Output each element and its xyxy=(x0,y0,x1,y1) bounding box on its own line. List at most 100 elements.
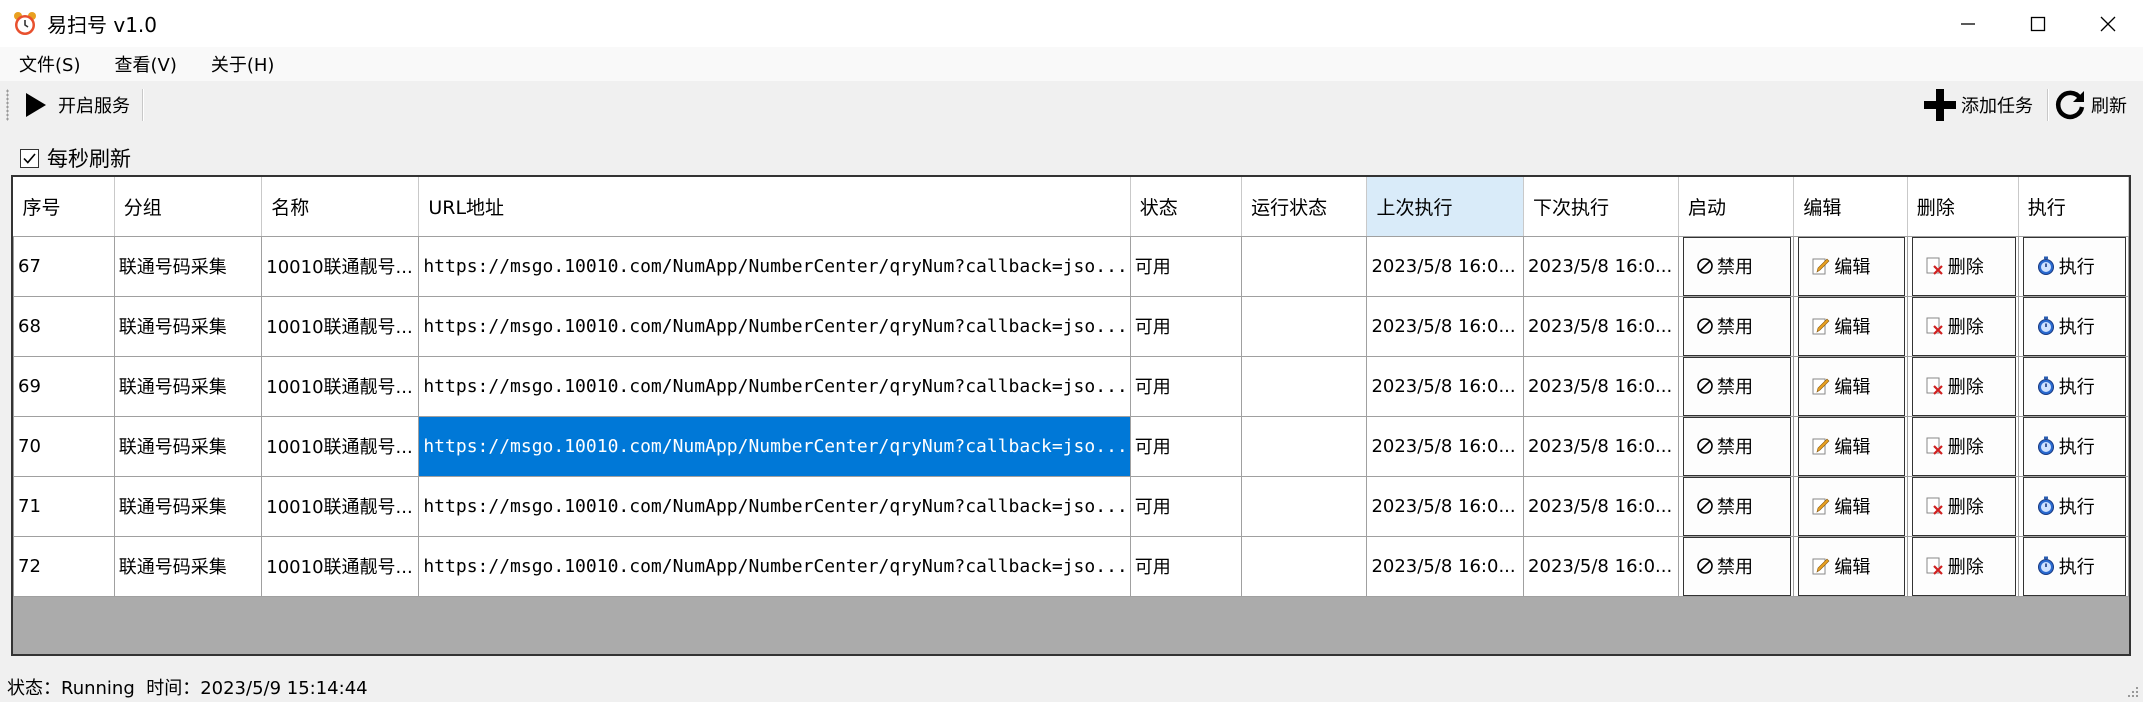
cell-last-run[interactable]: 2023/5/8 16:0... xyxy=(1366,535,1525,597)
toolbar-grip[interactable] xyxy=(6,88,9,121)
table-row[interactable]: 68 联通号码采集 10010联通靓号... https://msgo.10010.c… xyxy=(13,295,2129,357)
cell-status[interactable]: 可用 xyxy=(1129,415,1243,477)
column-header-delete[interactable]: 删除 xyxy=(1907,177,2019,237)
cell-url[interactable]: https://msgo.10010.com/NumApp/NumberCent… xyxy=(418,235,1131,297)
disable-button[interactable]: 禁用 xyxy=(1683,417,1792,475)
column-header-next-run[interactable]: 下次执行 xyxy=(1523,177,1680,237)
cell-run-status[interactable] xyxy=(1241,355,1368,417)
delete-button[interactable]: 删除 xyxy=(1911,537,2016,595)
column-header-run-status[interactable]: 运行状态 xyxy=(1241,177,1368,237)
cell-url[interactable]: https://msgo.10010.com/NumApp/NumberCent… xyxy=(418,355,1131,417)
cell-run-status[interactable] xyxy=(1241,235,1368,297)
edit-button[interactable]: 编辑 xyxy=(1798,477,1905,535)
cell-name[interactable]: 10010联通靓号... xyxy=(261,475,420,537)
cell-group[interactable]: 联通号码采集 xyxy=(113,475,263,537)
cell-status[interactable]: 可用 xyxy=(1129,355,1243,417)
run-button[interactable]: 执行 xyxy=(2022,237,2126,295)
cell-name[interactable]: 10010联通靓号... xyxy=(261,295,420,357)
cell-id[interactable]: 70 xyxy=(13,415,115,477)
menu-about[interactable]: 关于(H) xyxy=(196,51,290,77)
edit-button[interactable]: 编辑 xyxy=(1798,237,1905,295)
delete-button[interactable]: 删除 xyxy=(1911,477,2016,535)
cell-run-status[interactable] xyxy=(1241,295,1368,357)
cell-last-run[interactable]: 2023/5/8 16:0... xyxy=(1366,295,1525,357)
menu-file[interactable]: 文件(S) xyxy=(4,51,95,77)
column-header-url[interactable]: URL地址 xyxy=(418,177,1131,237)
delete-button[interactable]: 删除 xyxy=(1911,237,2016,295)
cell-last-run[interactable]: 2023/5/8 16:0... xyxy=(1366,355,1525,417)
edit-button[interactable]: 编辑 xyxy=(1798,357,1905,415)
start-service-button[interactable]: 开启服务 xyxy=(24,85,130,125)
cell-run-status[interactable] xyxy=(1241,535,1368,597)
cell-next-run[interactable]: 2023/5/8 16:0... xyxy=(1523,475,1680,537)
cell-next-run[interactable]: 2023/5/8 16:0... xyxy=(1523,235,1680,297)
run-button[interactable]: 执行 xyxy=(2022,297,2126,355)
maximize-button[interactable] xyxy=(2003,0,2073,47)
disable-button[interactable]: 禁用 xyxy=(1683,237,1792,295)
cell-last-run[interactable]: 2023/5/8 16:0... xyxy=(1366,415,1525,477)
column-header-name[interactable]: 名称 xyxy=(261,177,420,237)
run-button[interactable]: 执行 xyxy=(2022,417,2126,475)
column-header-last-run[interactable]: 上次执行 xyxy=(1366,177,1525,237)
cell-next-run[interactable]: 2023/5/8 16:0... xyxy=(1523,535,1680,597)
edit-button[interactable]: 编辑 xyxy=(1798,297,1905,355)
refresh-button[interactable]: 刷新 xyxy=(2053,85,2127,125)
cell-name[interactable]: 10010联通靓号... xyxy=(261,415,420,477)
table-row[interactable]: 72 联通号码采集 10010联通靓号... https://msgo.10010.c… xyxy=(13,535,2129,597)
cell-group[interactable]: 联通号码采集 xyxy=(113,535,263,597)
cell-status[interactable]: 可用 xyxy=(1129,295,1243,357)
cell-id[interactable]: 71 xyxy=(13,475,115,537)
run-button[interactable]: 执行 xyxy=(2022,537,2126,595)
cell-status[interactable]: 可用 xyxy=(1129,535,1243,597)
delete-button[interactable]: 删除 xyxy=(1911,297,2016,355)
column-header-group[interactable]: 分组 xyxy=(114,177,263,237)
cell-last-run[interactable]: 2023/5/8 16:0... xyxy=(1366,235,1525,297)
cell-name[interactable]: 10010联通靓号... xyxy=(261,235,420,297)
cell-status[interactable]: 可用 xyxy=(1129,235,1243,297)
disable-button[interactable]: 禁用 xyxy=(1683,537,1792,595)
auto-refresh-checkbox[interactable]: 每秒刷新 xyxy=(20,143,131,173)
cell-url[interactable]: https://msgo.10010.com/NumApp/NumberCent… xyxy=(418,295,1131,357)
cell-id[interactable]: 68 xyxy=(13,295,115,357)
delete-button[interactable]: 删除 xyxy=(1911,357,2016,415)
checkbox-box[interactable] xyxy=(20,148,39,168)
table-row[interactable]: 70 联通号码采集 10010联通靓号... https://msgo.10010.c… xyxy=(13,415,2129,477)
run-button[interactable]: 执行 xyxy=(2022,477,2126,535)
cell-group[interactable]: 联通号码采集 xyxy=(113,235,263,297)
disable-button[interactable]: 禁用 xyxy=(1683,297,1792,355)
cell-url[interactable]: https://msgo.10010.com/NumApp/NumberCent… xyxy=(418,475,1131,537)
cell-status[interactable]: 可用 xyxy=(1129,475,1243,537)
table-row[interactable]: 71 联通号码采集 10010联通靓号... https://msgo.10010.c… xyxy=(13,475,2129,537)
cell-next-run[interactable]: 2023/5/8 16:0... xyxy=(1523,295,1680,357)
disable-button[interactable]: 禁用 xyxy=(1683,477,1792,535)
disable-button[interactable]: 禁用 xyxy=(1683,357,1792,415)
resize-grip-icon[interactable] xyxy=(2125,684,2139,698)
cell-name[interactable]: 10010联通靓号... xyxy=(261,355,420,417)
cell-name[interactable]: 10010联通靓号... xyxy=(261,535,420,597)
column-header-run[interactable]: 执行 xyxy=(2018,177,2129,237)
cell-id[interactable]: 67 xyxy=(13,235,115,297)
run-button[interactable]: 执行 xyxy=(2022,357,2126,415)
cell-group[interactable]: 联通号码采集 xyxy=(113,415,263,477)
column-header-enable[interactable]: 启动 xyxy=(1678,177,1795,237)
cell-url[interactable]: https://msgo.10010.com/NumApp/NumberCent… xyxy=(418,415,1131,477)
column-header-status[interactable]: 状态 xyxy=(1130,177,1243,237)
edit-button[interactable]: 编辑 xyxy=(1798,417,1905,475)
close-button[interactable] xyxy=(2073,0,2143,47)
cell-id[interactable]: 72 xyxy=(13,535,115,597)
table-row[interactable]: 69 联通号码采集 10010联通靓号... https://msgo.10010.c… xyxy=(13,355,2129,417)
column-header-edit[interactable]: 编辑 xyxy=(1793,177,1908,237)
add-task-button[interactable]: 添加任务 xyxy=(1923,85,2033,125)
minimize-button[interactable] xyxy=(1933,0,2003,47)
cell-run-status[interactable] xyxy=(1241,475,1368,537)
cell-next-run[interactable]: 2023/5/8 16:0... xyxy=(1523,415,1680,477)
cell-group[interactable]: 联通号码采集 xyxy=(113,295,263,357)
table-row[interactable]: 67 联通号码采集 10010联通靓号... https://msgo.10010.c… xyxy=(13,235,2129,297)
delete-button[interactable]: 删除 xyxy=(1911,417,2016,475)
cell-url[interactable]: https://msgo.10010.com/NumApp/NumberCent… xyxy=(418,535,1131,597)
cell-id[interactable]: 69 xyxy=(13,355,115,417)
cell-run-status[interactable] xyxy=(1241,415,1368,477)
edit-button[interactable]: 编辑 xyxy=(1798,537,1905,595)
cell-group[interactable]: 联通号码采集 xyxy=(113,355,263,417)
menu-view[interactable]: 查看(V) xyxy=(99,51,191,77)
